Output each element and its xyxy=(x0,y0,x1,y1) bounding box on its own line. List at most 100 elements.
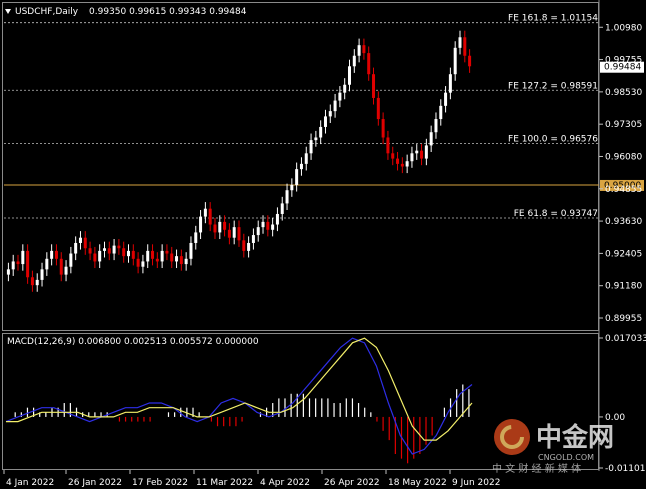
date-tick-label: 4 Jan 2022 xyxy=(6,478,54,488)
candle-body xyxy=(242,240,246,251)
candle-body xyxy=(136,258,140,267)
candle-body xyxy=(251,235,255,243)
candle-body xyxy=(213,224,217,233)
candle-body xyxy=(247,242,251,251)
candle-body xyxy=(275,213,279,225)
price-tick-label: 0.98530 xyxy=(605,88,642,98)
candle-body xyxy=(78,237,82,243)
fib-level-label: FE 61.8 = 0.93747 xyxy=(514,209,598,219)
candle-body xyxy=(107,248,111,254)
candle-body xyxy=(59,258,63,275)
dropdown-arrow-icon[interactable] xyxy=(5,9,11,14)
candle-body xyxy=(21,250,25,265)
candle-body xyxy=(280,203,284,214)
price-tick-label: 0.94855 xyxy=(605,185,642,195)
current-price-label: 0.99484 xyxy=(604,63,641,73)
candle-body xyxy=(102,248,106,251)
candle-body xyxy=(434,119,438,133)
candle-body xyxy=(347,66,351,85)
watermark-cn: 中金网 xyxy=(536,422,614,453)
macd-indicator xyxy=(5,337,473,464)
candle-body xyxy=(11,261,15,270)
candle-body xyxy=(424,145,428,159)
candle-body xyxy=(122,248,126,257)
candle-body xyxy=(333,100,337,112)
candle-body xyxy=(54,250,58,259)
date-tick-label: 4 Apr 2022 xyxy=(260,478,310,488)
candle-body xyxy=(6,269,10,275)
candle-body xyxy=(69,253,73,267)
candle-body xyxy=(184,258,188,265)
candle-body xyxy=(50,250,54,259)
candle-body xyxy=(323,116,327,127)
candle-body xyxy=(203,208,207,217)
candle-body xyxy=(410,153,414,162)
candle-body xyxy=(376,97,380,120)
symbol-name: USDCHF,Daily xyxy=(15,7,79,17)
candle-body xyxy=(170,253,174,262)
candle-body xyxy=(237,227,241,241)
candle-body xyxy=(266,221,270,230)
fib-level-label: FE 100.0 = 0.96576 xyxy=(508,134,598,144)
chart-canvas[interactable]: FE 161.8 = 1.01154 FE 127.2 = 0.98591 FE 1… xyxy=(0,0,646,489)
candle-body xyxy=(367,53,371,75)
macd-tick-label: -0.011018 xyxy=(605,464,646,474)
candle-body xyxy=(453,47,457,75)
candle-body xyxy=(357,45,361,56)
price-axis: 1.009800.997550.985300.973050.960800.948… xyxy=(599,23,644,324)
candle-body xyxy=(218,221,222,233)
candle-body xyxy=(45,258,49,270)
macd-tick-label: 0.00 xyxy=(605,413,625,423)
candle-body xyxy=(400,163,404,167)
price-tick-label: 0.89955 xyxy=(605,314,642,324)
price-tick-label: 0.93630 xyxy=(605,217,642,227)
candle-body xyxy=(362,45,366,54)
candle-body xyxy=(179,256,183,265)
candle-body xyxy=(271,224,275,230)
fib-level-label: FE 127.2 = 0.98591 xyxy=(508,81,598,91)
candle-body xyxy=(223,221,227,230)
candle-body xyxy=(146,250,150,262)
candle-body xyxy=(343,84,347,93)
ohlc-values: 0.99350 0.99615 0.99343 0.99484 xyxy=(89,7,247,17)
candle-body xyxy=(381,119,385,138)
date-tick-label: 11 Mar 2022 xyxy=(196,478,253,488)
candle-body xyxy=(189,242,193,259)
candle-body xyxy=(160,250,164,262)
candle-body xyxy=(232,227,236,238)
price-tick-label: 0.91180 xyxy=(605,282,642,292)
candle-body xyxy=(295,169,299,185)
candle-body xyxy=(35,279,39,286)
candle-body xyxy=(285,190,289,204)
date-tick-label: 17 Feb 2022 xyxy=(132,478,188,488)
candle-body xyxy=(328,111,332,117)
candle-body xyxy=(299,163,303,170)
price-tick-label: 0.92405 xyxy=(605,249,642,259)
macd-main-line xyxy=(5,337,473,455)
macd-title: MACD(12,26,9) 0.006800 0.002513 0.005572… xyxy=(7,337,259,347)
candle-body xyxy=(16,261,20,265)
cngold-logo-icon xyxy=(494,419,530,455)
candle-body xyxy=(141,261,145,267)
macd-axis: 0.017033 0.00 -0.011018 xyxy=(599,334,646,474)
date-tick-label: 26 Jan 2022 xyxy=(68,478,122,488)
price-level-line[interactable]: 0.95000 xyxy=(4,179,644,191)
candle-body xyxy=(463,37,467,56)
candle-body xyxy=(405,161,409,167)
candle-body xyxy=(26,250,30,278)
candle-body xyxy=(261,221,265,228)
candle-body xyxy=(165,250,169,254)
candle-body xyxy=(309,140,313,154)
candle-body xyxy=(439,105,443,120)
candle-body xyxy=(391,153,395,159)
watermark-tagline: 中 文 财 经 新 媒 体 xyxy=(492,462,581,475)
candle-body xyxy=(227,229,231,238)
candle-body xyxy=(415,150,419,154)
date-tick-label: 9 Jun 2022 xyxy=(452,478,500,488)
fib-levels: FE 161.8 = 1.01154 FE 127.2 = 0.98591 FE 1… xyxy=(4,14,599,219)
trading-chart-window[interactable]: FE 161.8 = 1.01154 FE 127.2 = 0.98591 FE 1… xyxy=(0,0,646,489)
candle-body xyxy=(314,137,318,141)
date-axis: 4 Jan 2022 26 Jan 2022 17 Feb 2022 11 Mar 2… xyxy=(3,470,500,488)
candle-body xyxy=(98,250,102,262)
candle-body xyxy=(352,55,356,67)
